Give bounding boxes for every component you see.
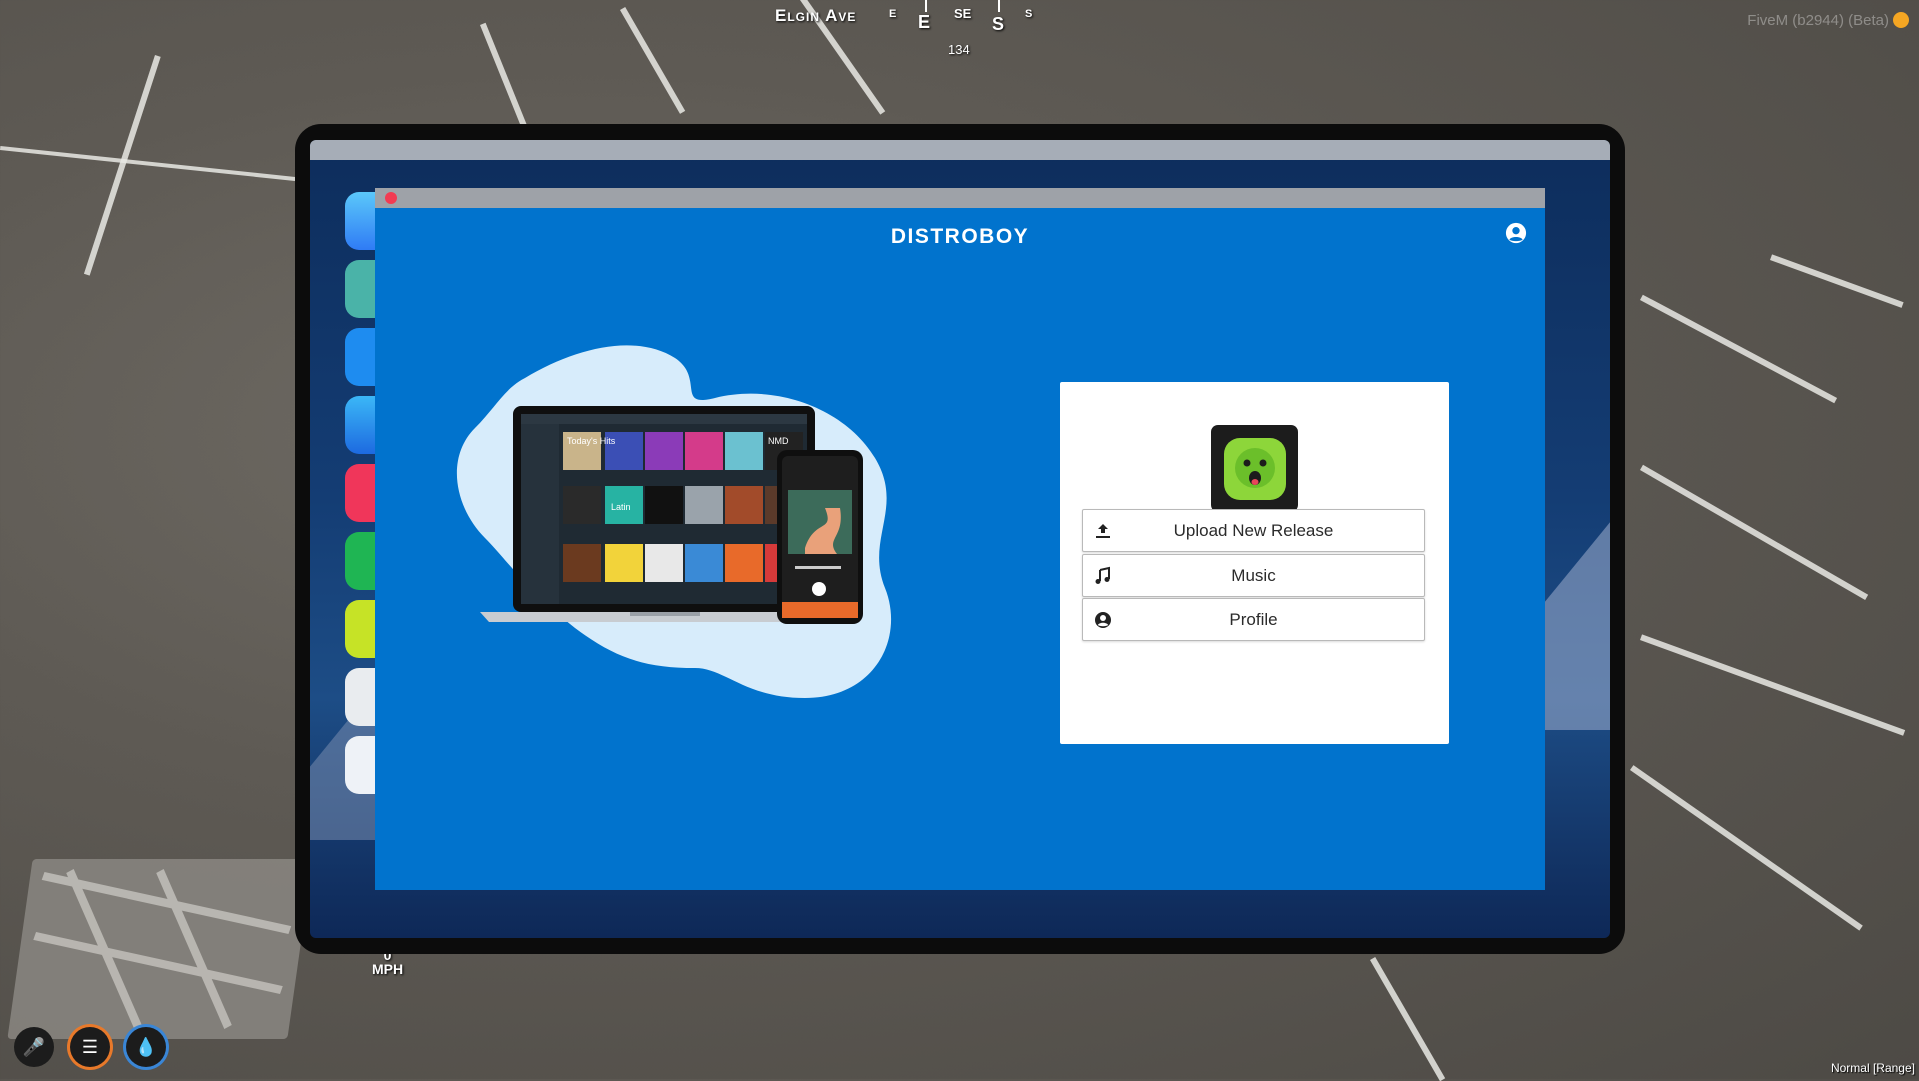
close-window-button[interactable] (385, 192, 397, 204)
street-name: Elgin Ave (775, 6, 857, 25)
compass-label: E (889, 8, 897, 20)
compass-label: S (992, 14, 1005, 34)
devices-illustration: Today's Hits Latin NMD (456, 345, 892, 698)
microphone-icon: 🎤 (14, 1027, 54, 1067)
distroboy-app-window: DISTROBOY Today's Hits Latin NMD Upload … (375, 188, 1545, 890)
tablet-status-bar (310, 140, 1610, 160)
fivem-version: FiveM (b2944) (Beta) (1747, 12, 1889, 29)
tablet-device: DISTROBOY Today's Hits Latin NMD Upload … (295, 124, 1625, 954)
music-note-icon (1095, 566, 1110, 584)
upload-new-release-button[interactable]: Upload New Release (1082, 509, 1425, 552)
profile-label: Profile (1229, 609, 1278, 629)
phone-illustration (777, 450, 863, 624)
compass-label: E (918, 12, 931, 32)
parking-line (1770, 254, 1904, 308)
music-button[interactable]: Music (1082, 554, 1425, 597)
distroboy-logo (1211, 425, 1298, 512)
heading-readout: 134 (948, 42, 970, 57)
minimap (7, 859, 313, 1039)
profile-button[interactable]: Profile (1082, 598, 1425, 641)
speed-unit: MPH (372, 961, 404, 977)
upload-new-release-label: Upload New Release (1173, 520, 1334, 540)
user-circle-icon (1095, 612, 1111, 628)
water-icon: 💧 (126, 1027, 166, 1067)
distroboy-logo-icon (1223, 437, 1286, 500)
parking-line (480, 22, 527, 127)
parking-line (1640, 464, 1869, 600)
upload-icon (1096, 524, 1110, 538)
album-label: Latin (611, 502, 631, 512)
fivem-logo-icon (1893, 12, 1909, 28)
menu-card: Upload New Release Music Profile (1060, 382, 1449, 744)
album-label: NMD (768, 436, 789, 446)
album-label: Today's Hits (567, 436, 616, 446)
window-titlebar (375, 188, 1545, 208)
parking-line (1630, 765, 1863, 931)
parking-line (1370, 957, 1446, 1081)
app-brand-title: DISTROBOY (890, 225, 1030, 248)
voice-range-label: Normal [Range] (1830, 1061, 1915, 1075)
compass-label: SE (954, 6, 972, 21)
compass-label: S (1025, 8, 1033, 20)
parking-line (0, 146, 299, 182)
account-icon[interactable] (1505, 222, 1527, 244)
parking-line (1640, 634, 1906, 736)
parking-line (1640, 294, 1838, 404)
food-icon: ☰ (70, 1027, 110, 1067)
music-label: Music (1231, 565, 1276, 585)
parking-line (620, 7, 686, 114)
